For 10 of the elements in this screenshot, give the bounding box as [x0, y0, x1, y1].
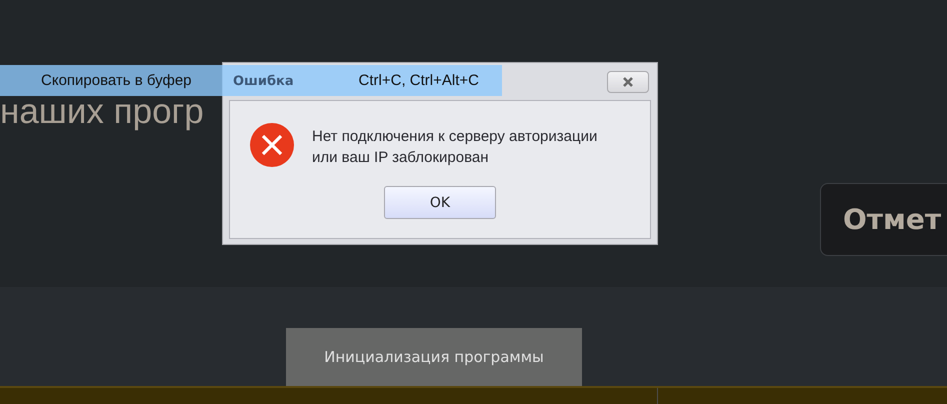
copy-label: Скопировать в буфер	[41, 72, 192, 89]
error-icon	[249, 122, 295, 168]
dialog-title: Ошибка	[233, 74, 294, 89]
close-icon	[621, 76, 635, 86]
mark-button[interactable]: Отмет	[820, 183, 947, 256]
shortcut-label: Ctrl+C, Ctrl+Alt+C	[358, 72, 479, 89]
close-button[interactable]	[607, 70, 649, 92]
status-label: Инициализация программы	[286, 328, 582, 386]
error-message: Нет подключения к серверу авторизации или ваш IP заблокирован	[312, 127, 598, 168]
ok-button[interactable]: OK	[384, 186, 496, 219]
